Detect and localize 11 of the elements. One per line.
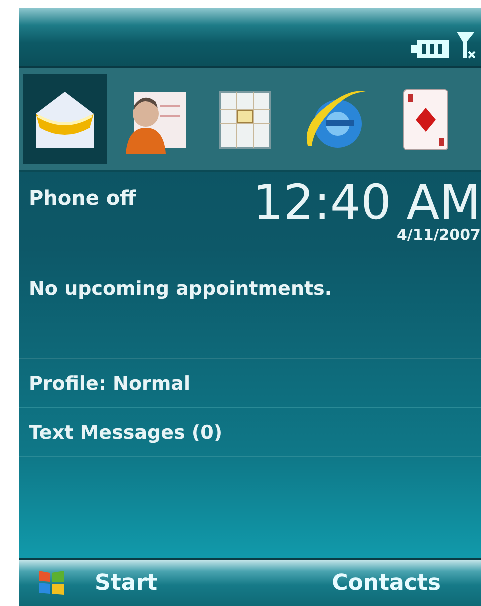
clock-time: 12:40 AM [253,178,481,228]
date-label: 4/11/2007 [396,226,481,244]
start-softkey[interactable]: Start [35,567,158,599]
battery-icon [411,38,451,60]
contacts-softkey[interactable]: Contacts [332,570,441,596]
app-tile[interactable] [23,74,107,164]
appointments-row[interactable]: No upcoming appointments. [19,244,481,359]
home-list-item[interactable]: Profile: Normal [19,359,481,408]
signal-icon [455,30,477,60]
home-list-item[interactable]: Text Messages (0) [19,408,481,457]
phone-status: Phone off [29,186,136,210]
